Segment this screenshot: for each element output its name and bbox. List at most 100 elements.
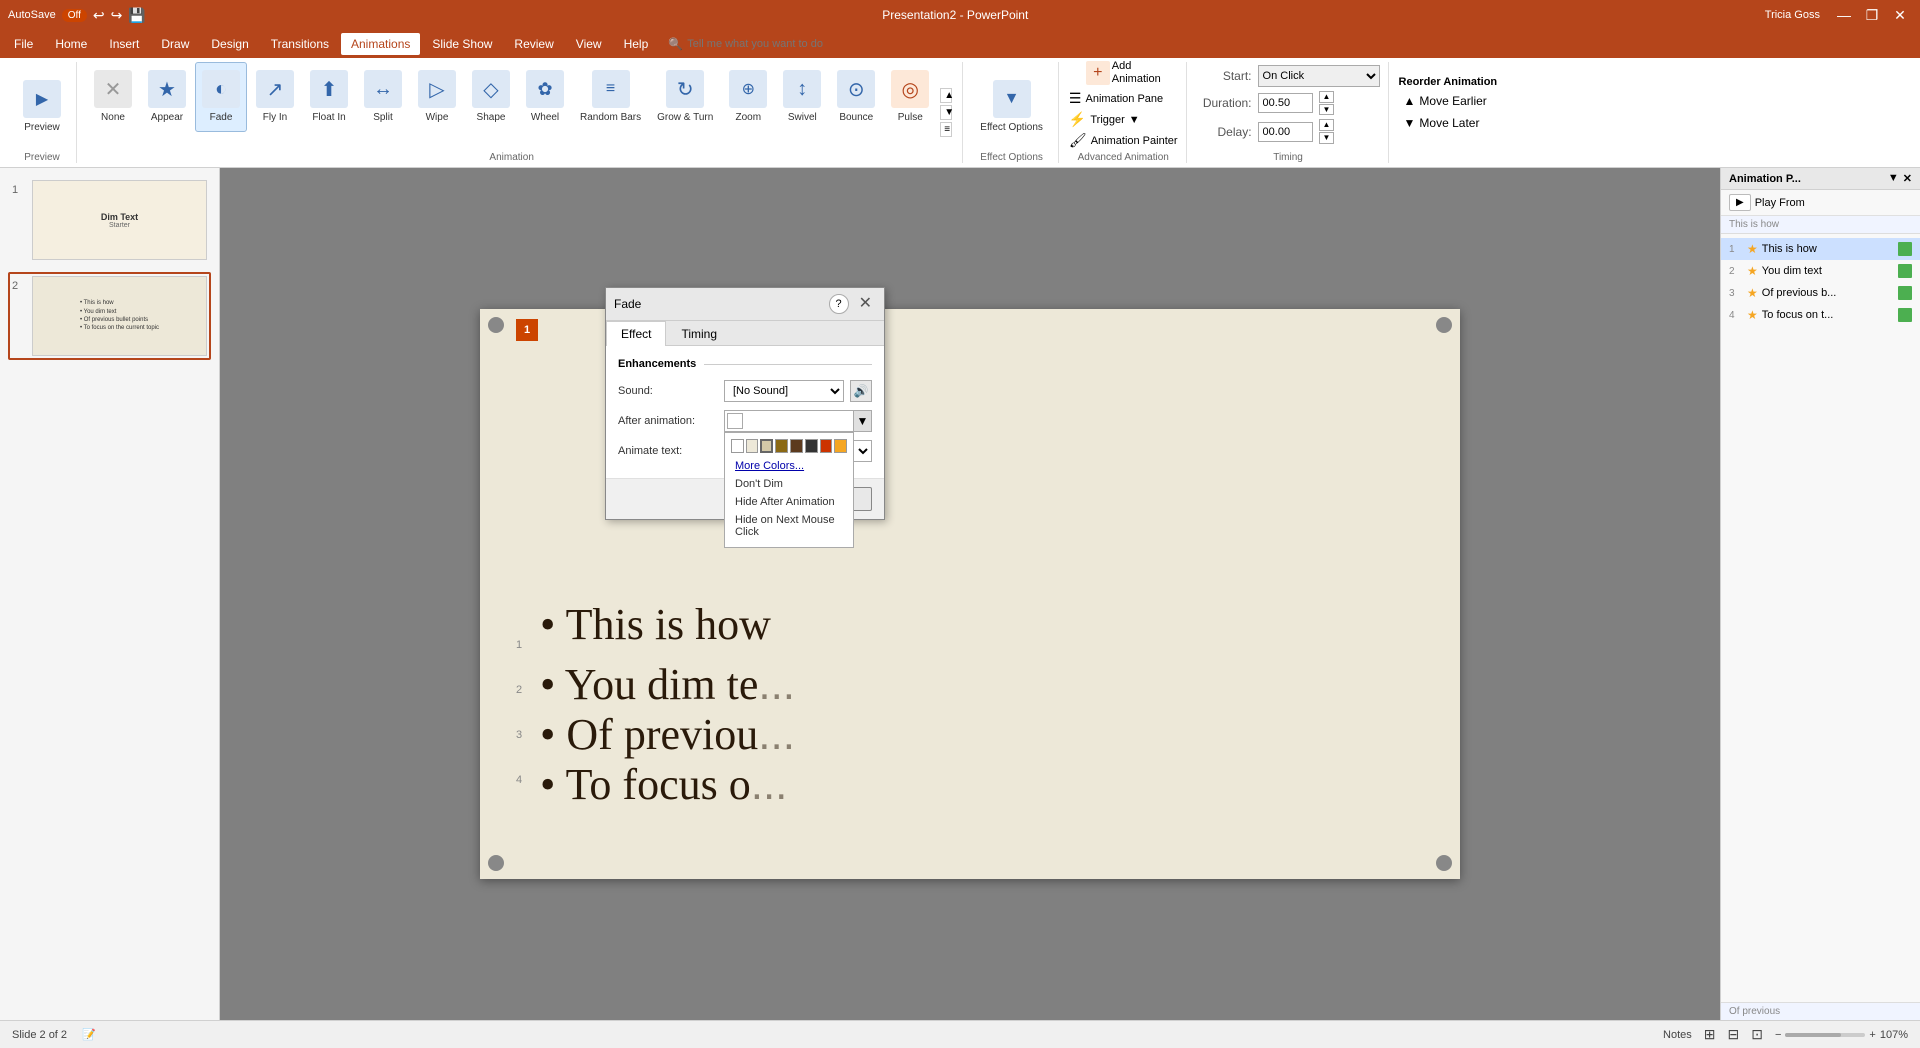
after-anim-color[interactable]: ▼ xyxy=(724,410,872,432)
anim-growturn-btn[interactable]: ↻ Grow & Turn xyxy=(650,62,720,132)
view-outline-btn[interactable]: ⊟ xyxy=(1728,1026,1740,1043)
anim-none-btn[interactable]: ✕ None xyxy=(87,62,139,132)
anim-item-1[interactable]: 1 ★ This is how xyxy=(1721,238,1920,260)
wheel-icon: ✿ xyxy=(526,70,564,108)
anim-wheel-btn[interactable]: ✿ Wheel xyxy=(519,62,571,132)
anim-randombars-btn[interactable]: ≡ Random Bars xyxy=(573,62,648,132)
anim-wipe-btn[interactable]: ▷ Wipe xyxy=(411,62,463,132)
zoom-in-btn[interactable]: + xyxy=(1869,1029,1875,1041)
slide-notes-btn[interactable]: 📝 xyxy=(82,1029,96,1041)
menu-insert[interactable]: Insert xyxy=(99,33,149,55)
anim-zoom-btn[interactable]: ⊕ Zoom xyxy=(722,62,774,132)
more-colors-link[interactable]: More Colors... xyxy=(731,457,847,475)
notes-btn[interactable]: Notes xyxy=(1663,1029,1692,1041)
anim-split-btn[interactable]: ↔ Split xyxy=(357,62,409,132)
anim-item-2[interactable]: 2 ★ You dim text xyxy=(1721,260,1920,282)
preview-btn[interactable]: ▶ Preview xyxy=(16,72,68,142)
floatin-icon: ⬆ xyxy=(310,70,348,108)
swatch-tan[interactable] xyxy=(760,439,773,453)
anim-scroll-down[interactable]: ▼ xyxy=(940,105,952,120)
add-animation-btn[interactable]: + AddAnimation xyxy=(1069,60,1178,86)
play-from-label: Play From xyxy=(1755,197,1805,209)
slide-thumb-1[interactable]: 1 Dim Text Starter xyxy=(8,176,211,264)
view-reading-btn[interactable]: ⊡ xyxy=(1751,1026,1763,1043)
anim-floatin-btn[interactable]: ⬆ Float In xyxy=(303,62,355,132)
trigger-btn[interactable]: ⚡ Trigger ▼ xyxy=(1069,111,1178,128)
dialog-tab-timing[interactable]: Timing xyxy=(666,321,732,346)
zoom-out-btn[interactable]: − xyxy=(1775,1029,1781,1041)
anim-swivel-btn[interactable]: ↕ Swivel xyxy=(776,62,828,132)
slide-thumb-2[interactable]: 2 • This is how • You dim text • Of prev… xyxy=(8,272,211,360)
zoom-area: − + 107% xyxy=(1775,1029,1908,1041)
hide-after-anim-option[interactable]: Hide After Animation xyxy=(731,493,847,511)
corner-tr xyxy=(1436,317,1452,333)
anim-more[interactable]: ≡ xyxy=(940,122,952,137)
swatch-dark-brown[interactable] xyxy=(790,439,803,453)
menu-animations[interactable]: Animations xyxy=(341,33,420,55)
swatch-black[interactable] xyxy=(805,439,818,453)
dialog-titlebar: Fade ? ✕ xyxy=(606,288,884,321)
delay-up[interactable]: ▲ xyxy=(1319,119,1335,131)
dialog-help-btn[interactable]: ? xyxy=(829,294,849,314)
menu-help[interactable]: Help xyxy=(614,33,659,55)
anim-fade-btn[interactable]: ◐ Fade xyxy=(195,62,247,132)
pane-chevron[interactable]: ▼ xyxy=(1888,172,1899,185)
minimize-btn[interactable]: — xyxy=(1832,5,1856,25)
menu-transitions[interactable]: Transitions xyxy=(261,33,339,55)
animation-pane-btn[interactable]: ☰ Animation Pane xyxy=(1069,90,1178,107)
hide-on-mouse-option[interactable]: Hide on Next Mouse Click xyxy=(731,511,847,541)
delay-input[interactable] xyxy=(1258,122,1313,142)
anim-item-3[interactable]: 3 ★ Of previous b... xyxy=(1721,282,1920,304)
pane-close-icon[interactable]: ✕ xyxy=(1903,172,1912,185)
anim-appear-btn[interactable]: ★ Appear xyxy=(141,62,193,132)
swatch-brown[interactable] xyxy=(775,439,788,453)
menubar: File Home Insert Draw Design Transitions… xyxy=(0,30,1920,58)
delay-down[interactable]: ▼ xyxy=(1319,132,1335,144)
autosave-toggle[interactable]: Off xyxy=(62,9,87,22)
undo-btn[interactable]: ↩ xyxy=(93,7,105,24)
animation-painter-btn[interactable]: 🖌 Animation Painter xyxy=(1069,132,1178,149)
zoom-slider[interactable] xyxy=(1785,1033,1865,1037)
after-anim-dropdown[interactable]: ▼ xyxy=(853,411,871,431)
duration-input[interactable] xyxy=(1258,93,1313,113)
menu-slideshow[interactable]: Slide Show xyxy=(422,33,502,55)
anim-item-1-icon xyxy=(1898,242,1912,256)
anim-scroll-up[interactable]: ▲ xyxy=(940,88,952,103)
search-input[interactable] xyxy=(687,38,887,50)
duration-up[interactable]: ▲ xyxy=(1319,91,1335,103)
view-normal-btn[interactable]: ⊞ xyxy=(1704,1026,1716,1043)
move-earlier-btn[interactable]: ▲ Move Earlier xyxy=(1399,92,1498,110)
swatch-white[interactable] xyxy=(731,439,744,453)
anim-bounce-btn[interactable]: ⊙ Bounce xyxy=(830,62,882,132)
menu-review[interactable]: Review xyxy=(504,33,563,55)
sound-browse-btn[interactable]: 🔊 xyxy=(850,380,872,402)
sound-select[interactable]: [No Sound] xyxy=(724,380,844,402)
swatch-orange[interactable] xyxy=(834,439,847,453)
play-from-btn[interactable]: ▶ xyxy=(1729,194,1751,211)
bullet-3: • Of previou... xyxy=(540,709,795,760)
preview-label: Preview xyxy=(24,122,60,134)
swatch-red[interactable] xyxy=(820,439,833,453)
menu-home[interactable]: Home xyxy=(45,33,97,55)
anim-pulse-btn[interactable]: ◎ Pulse xyxy=(884,62,936,132)
dialog-tab-effect[interactable]: Effect xyxy=(606,321,666,346)
swatch-cream[interactable] xyxy=(746,439,759,453)
menu-draw[interactable]: Draw xyxy=(151,33,199,55)
save-btn[interactable]: 💾 xyxy=(128,7,145,24)
close-btn[interactable]: ✕ xyxy=(1888,5,1912,25)
effect-options-btn[interactable]: ▼ Effect Options xyxy=(973,72,1050,142)
anim-item-4[interactable]: 4 ★ To focus on t... xyxy=(1721,304,1920,326)
redo-btn[interactable]: ↪ xyxy=(111,7,123,24)
menu-view[interactable]: View xyxy=(566,33,612,55)
anim-flyin-btn[interactable]: ↗ Fly In xyxy=(249,62,301,132)
menu-design[interactable]: Design xyxy=(201,33,258,55)
menu-file[interactable]: File xyxy=(4,33,43,55)
start-select[interactable]: On Click With Previous After Previous xyxy=(1258,65,1380,87)
restore-btn[interactable]: ❐ xyxy=(1860,5,1884,25)
dialog-close-btn[interactable]: ✕ xyxy=(855,296,876,312)
anim-items: 1 ★ This is how 2 ★ You dim text 3 ★ Of … xyxy=(1721,234,1920,1002)
anim-shape-btn[interactable]: ◇ Shape xyxy=(465,62,517,132)
move-later-btn[interactable]: ▼ Move Later xyxy=(1399,114,1498,132)
duration-down[interactable]: ▼ xyxy=(1319,104,1335,116)
dont-dim-option[interactable]: Don't Dim xyxy=(731,475,847,493)
